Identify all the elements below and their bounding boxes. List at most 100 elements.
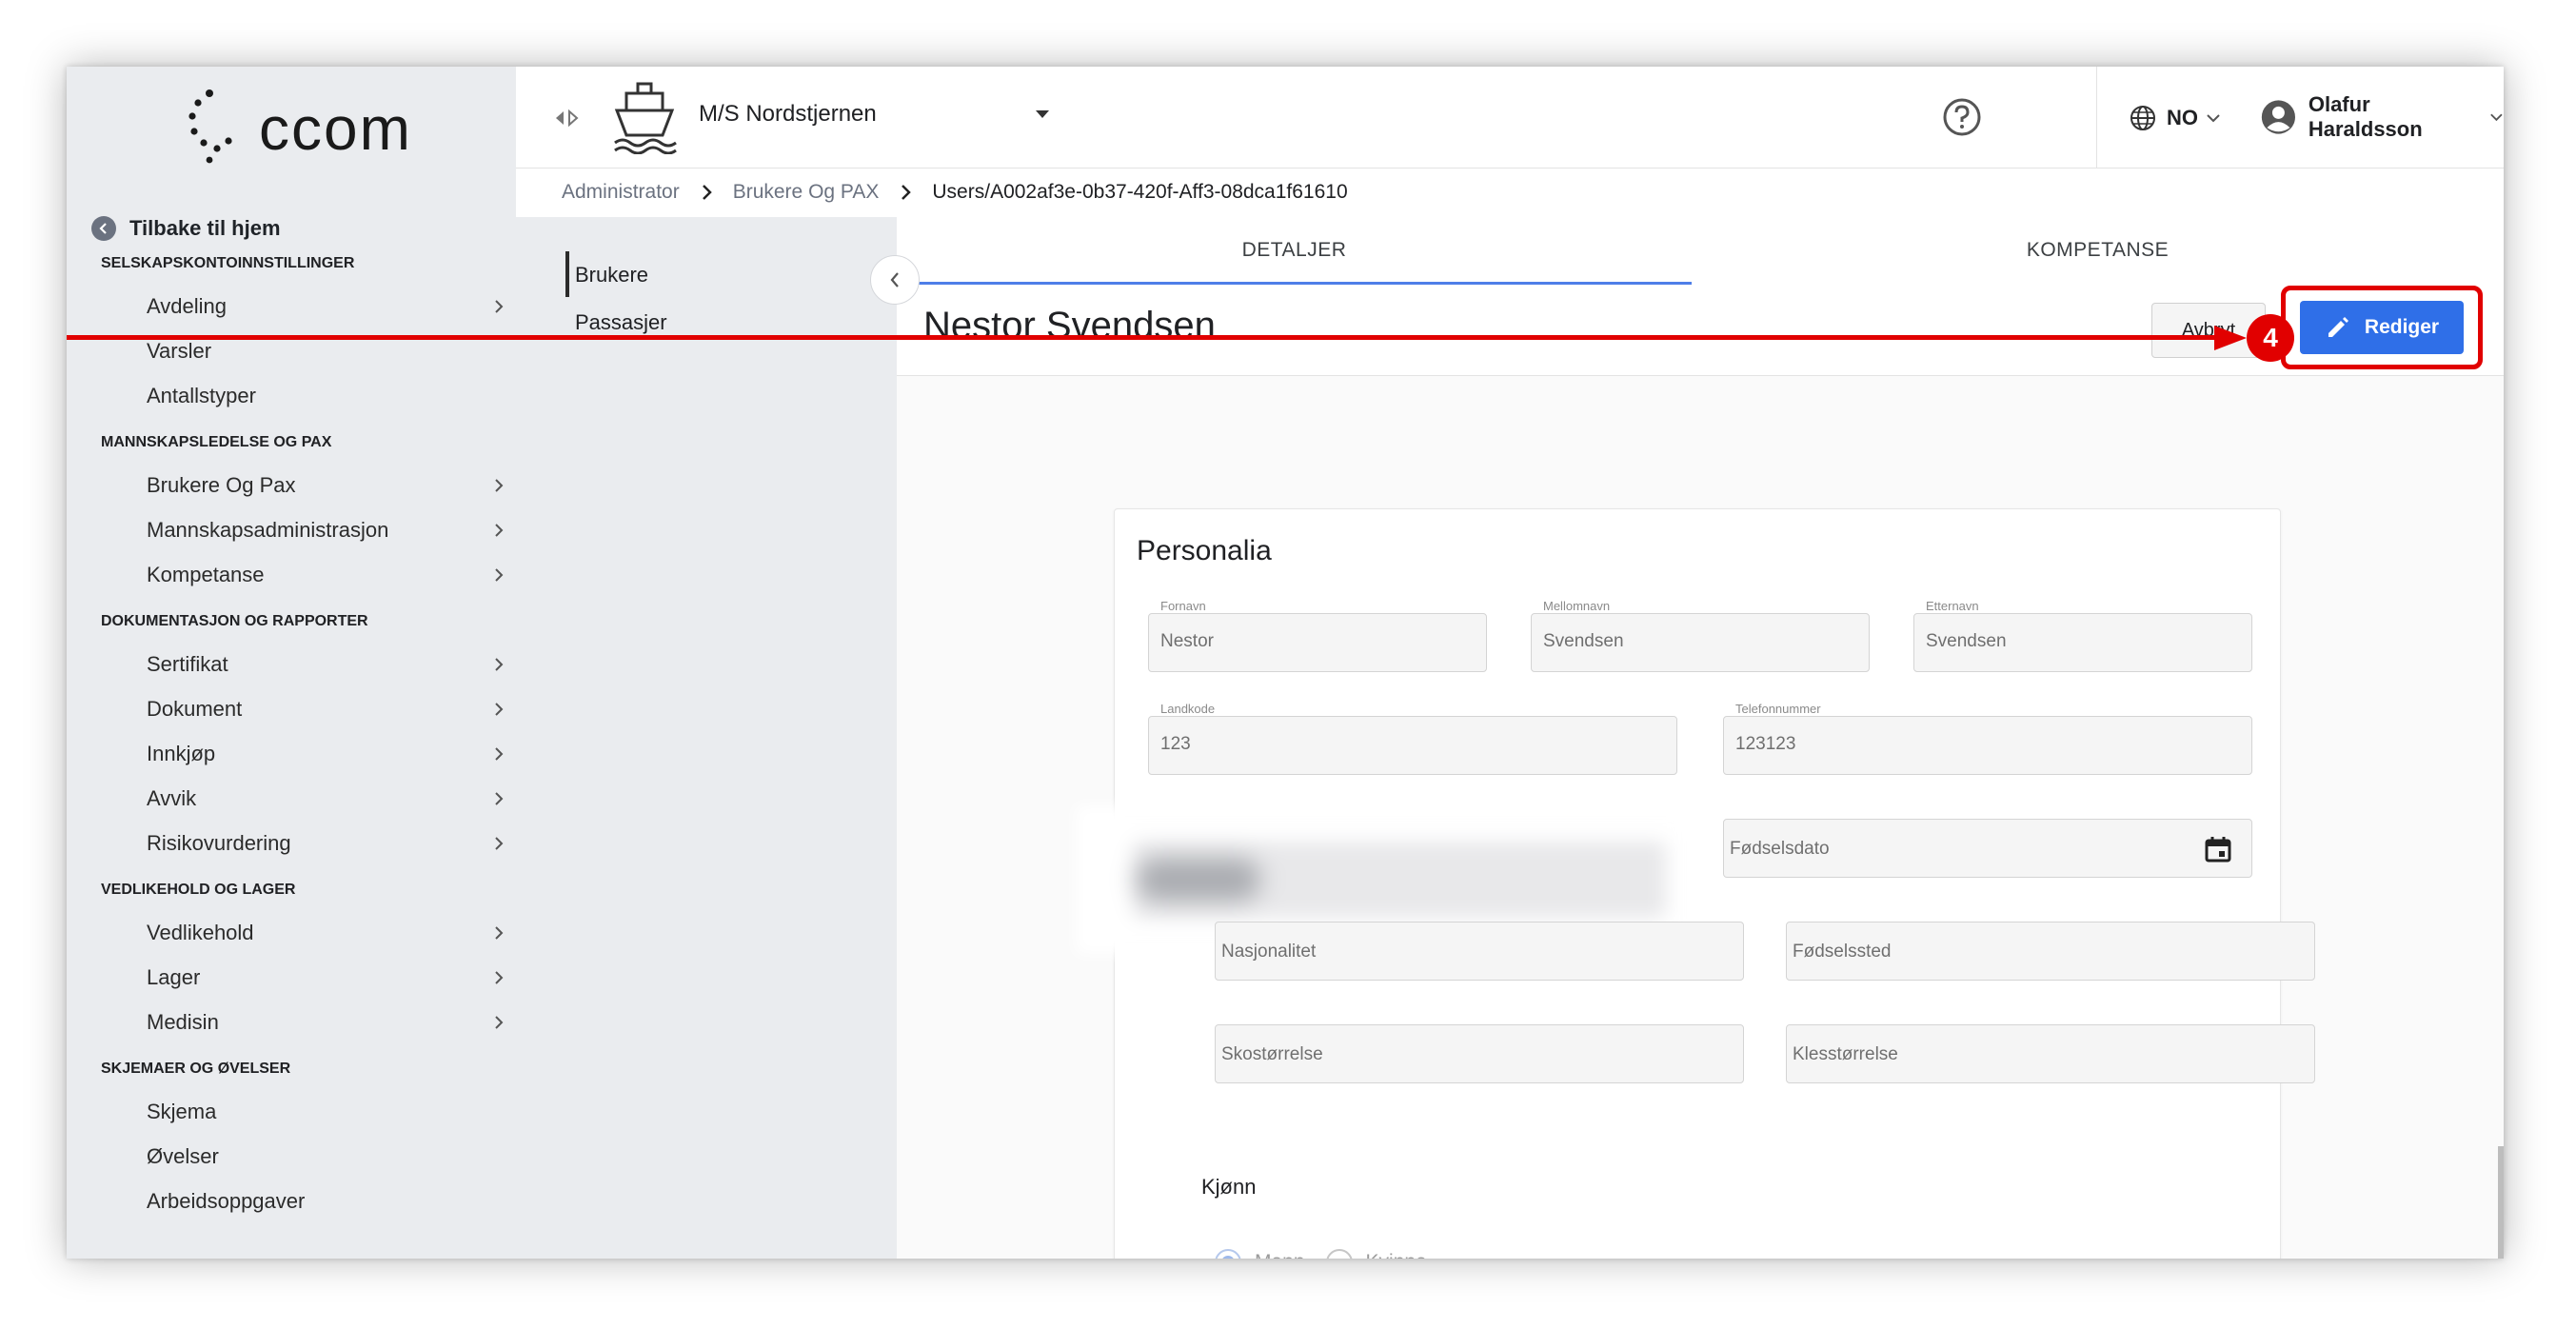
caret-down-icon[interactable] xyxy=(1034,109,1051,120)
scrollbar[interactable] xyxy=(2498,1146,2504,1259)
sidebar-item-label: Avvik xyxy=(147,786,197,810)
chevron-right-icon xyxy=(495,524,504,537)
sidebar-item-avvik[interactable]: Avvik xyxy=(147,780,556,818)
sidebar-item-label: Risikovurdering xyxy=(147,831,291,855)
user-menu[interactable]: Olafur Haraldsson xyxy=(2260,92,2504,141)
sidebar-item-vedlikehold[interactable]: Vedlikehold xyxy=(147,914,556,952)
sidebar-item-label: Medisin xyxy=(147,1010,219,1034)
language-select[interactable]: NO xyxy=(2129,99,2221,137)
ccom-logo[interactable]: ccom xyxy=(181,80,466,175)
sidebar-item-label: Varsler xyxy=(147,339,212,363)
gender-label: Kjønn xyxy=(1201,1175,1257,1199)
ship-icon xyxy=(614,82,677,154)
field-value: Nestor xyxy=(1160,631,1214,651)
sidebar-item-label: Dokument xyxy=(147,697,243,721)
tab-label: KOMPETANSE xyxy=(2026,239,2170,261)
chevron-left-icon xyxy=(890,272,899,288)
user-name: Olafur Haraldsson xyxy=(2308,92,2423,141)
chevron-right-icon xyxy=(495,479,504,492)
field-placeholder: Nasjonalitet xyxy=(1221,942,1317,962)
breadcrumb-item-users-pax[interactable]: Brukere Og PAX xyxy=(733,181,880,204)
sidebar-item-lager[interactable]: Lager xyxy=(147,959,556,997)
card-title: Personalia xyxy=(1137,535,1272,566)
chevron-right-icon xyxy=(495,747,504,761)
back-to-home-link[interactable]: Tilbake til hjem xyxy=(91,211,281,246)
subnav-active-indicator xyxy=(565,251,569,297)
subnav-item-passasjer[interactable]: Passasjer xyxy=(575,310,667,335)
birth-place-field[interactable]: Fødselssted xyxy=(1786,922,2315,981)
field-label: Etternavn xyxy=(1926,599,1979,613)
sidebar-item-risikovurdering[interactable]: Risikovurdering xyxy=(147,824,556,863)
nav-section-documentation: DOKUMENTASJON OG RAPPORTER xyxy=(101,613,368,629)
subnav-collapse-button[interactable] xyxy=(870,255,920,305)
app-window: ccom Tilbake til hjem SELSKAPSKONTOINNST… xyxy=(67,67,2504,1259)
sidebar-item-label: Arbeidsoppgaver xyxy=(147,1189,306,1213)
detail-tabs: DETALJER KOMPETANSE xyxy=(897,217,2504,287)
subnav: Brukere Passasjer xyxy=(516,217,897,1259)
birth-date-field[interactable]: Fødselsdato xyxy=(1723,819,2252,878)
sidebar-item-arbeidsoppgaver[interactable]: Arbeidsoppgaver xyxy=(147,1182,556,1220)
shoe-size-field[interactable]: Skostørrelse xyxy=(1215,1024,1744,1083)
nationality-field[interactable]: Nasjonalitet xyxy=(1215,922,1744,981)
sidebar-item-label: Sertifikat xyxy=(147,652,228,676)
gender-radio-female[interactable] xyxy=(1325,1249,1353,1259)
breadcrumb: Administrator Brukere Og PAX Users/A002a… xyxy=(562,173,1348,211)
field-placeholder: Fødselsdato xyxy=(1730,839,1830,859)
logo-text: ccom xyxy=(259,94,412,163)
sidebar-item-label: Mannskapsadministrasjon xyxy=(147,518,389,542)
clothing-size-field[interactable]: Klesstørrelse xyxy=(1786,1024,2315,1083)
field-value: Svendsen xyxy=(1543,631,1624,651)
chevron-right-icon xyxy=(495,568,504,582)
phone-field[interactable]: Telefonnummer 123123 xyxy=(1723,702,2252,775)
sidebar-item-sertifikat[interactable]: Sertifikat xyxy=(147,645,556,684)
page-title: Nestor Svendsen xyxy=(923,305,1216,347)
last-name-field[interactable]: Etternavn Svendsen xyxy=(1913,599,2252,672)
sidebar-item-ovelser[interactable]: Øvelser xyxy=(147,1138,556,1176)
sidebar-item-brukere-og-pax[interactable]: Brukere Og Pax xyxy=(147,466,556,505)
middle-name-field[interactable]: Mellomnavn Svendsen xyxy=(1531,599,1870,672)
sidebar-item-label: Øvelser xyxy=(147,1144,219,1168)
active-tab-indicator xyxy=(897,282,1692,285)
back-to-home-label: Tilbake til hjem xyxy=(129,216,281,240)
chevron-right-icon xyxy=(495,926,504,940)
chevron-right-icon xyxy=(495,792,504,805)
nav-section-maintenance: VEDLIKEHOLD OG LAGER xyxy=(101,882,296,898)
chevron-down-icon xyxy=(2207,114,2220,123)
subnav-item-brukere[interactable]: Brukere xyxy=(575,263,648,288)
breadcrumb-item-administrator[interactable]: Administrator xyxy=(562,181,680,204)
account-circle-icon xyxy=(2261,100,2295,134)
chevron-right-icon xyxy=(495,658,504,671)
annotation-arrow-line xyxy=(67,335,2220,340)
help-icon[interactable] xyxy=(1942,97,1982,137)
field-label: Fornavn xyxy=(1160,599,1206,613)
field-label: Telefonnummer xyxy=(1735,702,1821,716)
gender-radio-male[interactable] xyxy=(1215,1249,1241,1259)
sidebar-collapse-icon[interactable] xyxy=(552,107,581,129)
vessel-select-label[interactable]: M/S Nordstjernen xyxy=(699,101,877,128)
sidebar-item-label: Brukere Og Pax xyxy=(147,473,296,497)
chevron-right-icon xyxy=(495,703,504,716)
sidebar-item-dokument[interactable]: Dokument xyxy=(147,690,556,728)
sidebar-item-antallstyper[interactable]: Antallstyper xyxy=(147,377,556,415)
chevron-right-icon xyxy=(495,837,504,850)
sidebar-item-label: Avdeling xyxy=(147,294,227,318)
tab-kompetanse[interactable]: KOMPETANSE xyxy=(1692,217,2504,284)
tab-label: DETALJER xyxy=(1241,239,1347,261)
chevron-right-icon xyxy=(900,184,912,201)
tab-detaljer[interactable]: DETALJER xyxy=(897,217,1692,285)
country-code-field[interactable]: Landkode 123 xyxy=(1148,702,1677,775)
field-label: Landkode xyxy=(1160,702,1216,716)
nav-section-crew-pax: MANNSKAPSLEDELSE OG PAX xyxy=(101,434,332,450)
calendar-icon[interactable] xyxy=(2204,835,2232,863)
annotation-arrowhead-icon xyxy=(2214,326,2247,350)
sidebar-item-innkjop[interactable]: Innkjøp xyxy=(147,735,556,773)
chevron-right-icon xyxy=(701,184,712,201)
sidebar-item-medisin[interactable]: Medisin xyxy=(147,1003,556,1041)
sidebar-item-mannskapsadministrasjon[interactable]: Mannskapsadministrasjon xyxy=(147,511,556,549)
field-value: 123 xyxy=(1160,734,1191,754)
sidebar-item-avdeling[interactable]: Avdeling xyxy=(147,288,556,326)
sidebar-item-kompetanse[interactable]: Kompetanse xyxy=(147,556,556,594)
sidebar-item-skjema[interactable]: Skjema xyxy=(147,1093,556,1131)
nav-section-company-settings: SELSKAPSKONTOINNSTILLINGER xyxy=(101,255,355,271)
first-name-field[interactable]: Fornavn Nestor xyxy=(1148,599,1487,672)
